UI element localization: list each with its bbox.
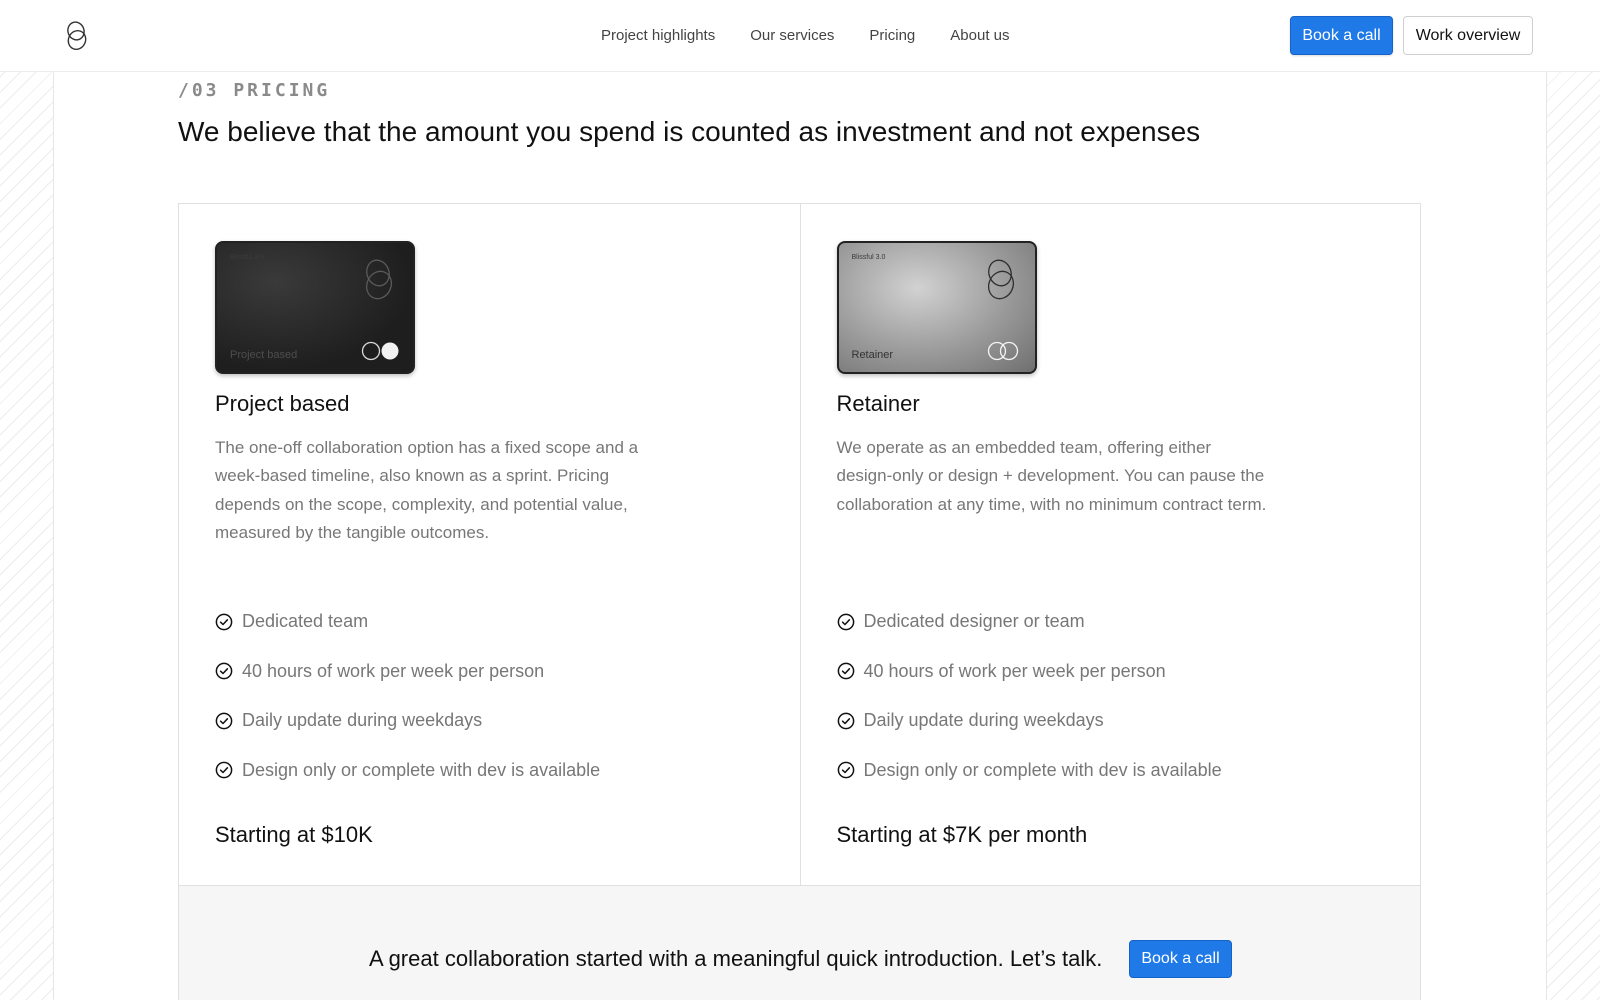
brand-logo-icon[interactable]: [64, 20, 90, 52]
plan-price: Starting at $10K: [215, 822, 373, 847]
card-brand: Blissful 3.0: [230, 254, 264, 261]
feature-label: 40 hours of work per week per person: [242, 660, 545, 681]
work-overview-button[interactable]: Work overview: [1403, 16, 1533, 55]
card-circles-icon: [361, 341, 399, 361]
book-call-button[interactable]: Book a call: [1290, 16, 1393, 55]
feature-item: Design only or complete with dev is avai…: [837, 746, 1222, 796]
plan-features: Dedicated designer or team 40 hours of w…: [837, 597, 1222, 795]
feature-item: 40 hours of work per week per person: [837, 647, 1222, 697]
check-circle-icon: [215, 662, 233, 680]
card-name: Project based: [230, 349, 298, 361]
check-circle-icon: [837, 712, 854, 730]
feature-item: Daily update during weekdays: [837, 696, 1222, 746]
card-name: Retainer: [851, 349, 894, 361]
nav-link-pricing[interactable]: Pricing: [869, 27, 915, 44]
plan-title: Project based: [215, 391, 350, 416]
feature-item: Dedicated designer or team: [837, 597, 1222, 647]
feature-item: 40 hours of work per week per person: [215, 647, 600, 697]
cta-band: A great collaboration started with a mea…: [178, 886, 1421, 1000]
check-circle-icon: [215, 712, 233, 730]
nav-link-our-services[interactable]: Our services: [750, 27, 834, 44]
pricing-plans: Blissful 3.0 Project based Project based…: [178, 203, 1421, 886]
check-circle-icon: [837, 662, 854, 680]
feature-item: Daily update during weekdays: [215, 696, 600, 746]
plan-price: Starting at $7K per month: [836, 822, 1088, 847]
plan-card-image: Blissful 3.0 Project based: [215, 241, 415, 374]
check-circle-icon: [215, 613, 233, 631]
feature-item: Dedicated team: [215, 597, 600, 647]
card-brand: Blissful 3.0: [851, 254, 886, 261]
navbar: Project highlights Our services Pricing …: [0, 0, 1600, 72]
plan-title: Retainer: [836, 391, 920, 416]
feature-label: Design only or complete with dev is avai…: [863, 759, 1222, 780]
nav-link-about-us[interactable]: About us: [950, 27, 1009, 44]
card-logo-icon: [987, 259, 1014, 300]
card-circles-icon: [987, 341, 1018, 361]
plan-project-based: Blissful 3.0 Project based Project based…: [179, 204, 800, 885]
check-circle-icon: [837, 761, 854, 779]
feature-label: 40 hours of work per week per person: [863, 660, 1166, 681]
plan-description: We operate as an embedded team, offering…: [836, 438, 1267, 514]
feature-label: Daily update during weekdays: [863, 710, 1104, 731]
plan-features: Dedicated team 40 hours of work per week…: [215, 597, 600, 795]
section-title: We believe that the amount you spend is …: [178, 116, 1201, 147]
cta-text: A great collaboration started with a mea…: [369, 946, 1103, 971]
main-nav: Project highlights Our services Pricing …: [601, 27, 1010, 44]
feature-label: Design only or complete with dev is avai…: [242, 759, 601, 780]
feature-item: Design only or complete with dev is avai…: [215, 746, 600, 796]
section-label: /03 PRICING: [178, 80, 331, 101]
plan-card-image: Blissful 3.0 Retainer: [836, 241, 1037, 374]
feature-label: Dedicated designer or team: [863, 611, 1085, 632]
cta-book-call-button[interactable]: Book a call: [1129, 940, 1232, 978]
nav-link-project-highlights[interactable]: Project highlights: [601, 27, 715, 44]
check-circle-icon: [215, 761, 233, 779]
feature-label: Dedicated team: [242, 611, 369, 632]
plan-description: The one-off collaboration option has a f…: [215, 438, 639, 542]
plan-retainer: Blissful 3.0 Retainer Retainer We operat…: [799, 204, 1421, 885]
check-circle-icon: [837, 613, 854, 631]
feature-label: Daily update during weekdays: [242, 710, 483, 731]
card-logo-icon: [365, 259, 393, 300]
